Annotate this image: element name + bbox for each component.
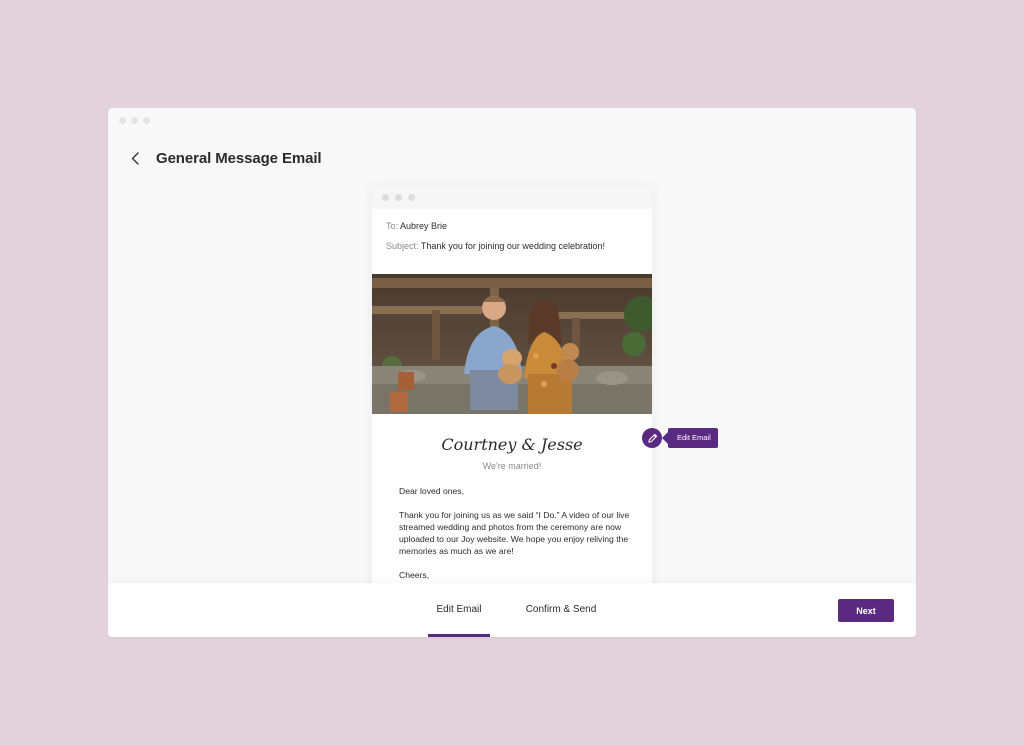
email-body: Dear loved ones, Thank you for joining u…	[399, 485, 631, 593]
window-dot-icon	[119, 117, 126, 124]
window-dot-icon	[143, 117, 150, 124]
edit-email-label: Edit Email	[662, 428, 718, 448]
app-window: General Message Email To: Aubrey Brie Su…	[108, 108, 916, 637]
window-controls	[119, 117, 150, 124]
footer-bar: Edit Email Confirm & Send Next	[108, 583, 916, 637]
couple-photo-illustration	[372, 274, 652, 414]
subject-value: Thank you for joining our wedding celebr…	[420, 241, 605, 251]
back-button[interactable]	[128, 149, 142, 167]
couple-name: Courtney & Jesse	[441, 435, 583, 454]
chevron-left-icon	[131, 151, 139, 165]
subject-row: Subject: Thank you for joining our weddi…	[386, 241, 638, 251]
email-subline: We're married!	[482, 461, 542, 471]
page-title: General Message Email	[156, 149, 322, 167]
window-dot-icon	[395, 193, 402, 201]
edit-email-button[interactable]	[642, 428, 662, 448]
email-greeting: Dear loved ones,	[399, 486, 464, 496]
edit-email-tooltip: Edit Email	[642, 428, 718, 448]
email-paragraph: Thank you for joining us as we said “I D…	[399, 510, 630, 556]
email-preview-controls	[372, 185, 652, 209]
pencil-icon	[647, 433, 657, 443]
tab-confirm-send[interactable]: Confirm & Send	[518, 583, 604, 637]
window-dot-icon	[408, 193, 415, 201]
email-signoff: Cheers,	[399, 570, 430, 580]
to-label: To:	[386, 221, 399, 231]
window-dot-icon	[382, 193, 389, 201]
page-header: General Message Email	[128, 149, 322, 167]
email-meta: To: Aubrey Brie Subject: Thank you for j…	[372, 209, 652, 251]
tab-edit-email[interactable]: Edit Email	[428, 583, 490, 637]
to-row: To: Aubrey Brie	[386, 221, 638, 231]
couple-photo	[372, 274, 652, 414]
next-button[interactable]: Next	[838, 599, 894, 622]
subject-label: Subject:	[386, 241, 419, 251]
email-preview: To: Aubrey Brie Subject: Thank you for j…	[372, 185, 652, 605]
window-dot-icon	[131, 117, 138, 124]
to-value: Aubrey Brie	[400, 221, 448, 231]
